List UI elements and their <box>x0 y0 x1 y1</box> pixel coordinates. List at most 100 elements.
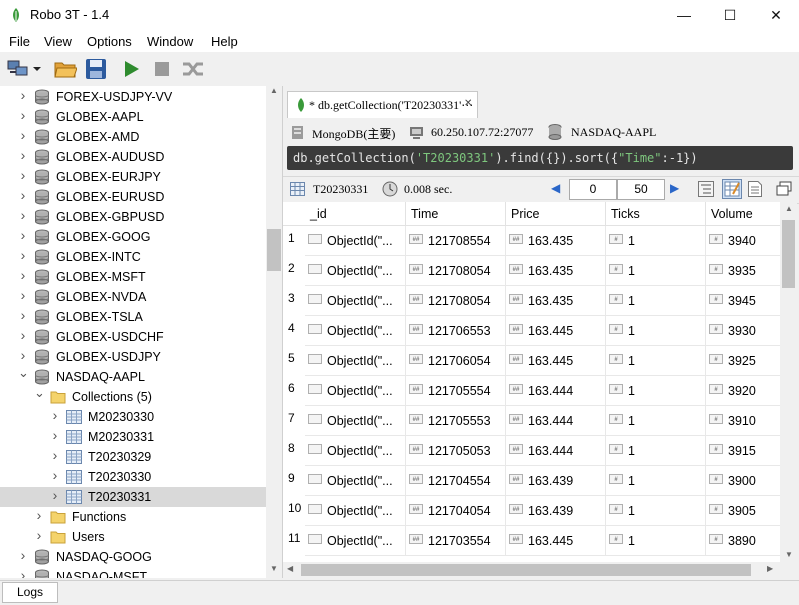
tree-view-icon[interactable] <box>698 181 714 197</box>
tree-item[interactable]: › T20230331 <box>0 487 266 507</box>
expand-arrow-icon[interactable]: › <box>34 508 44 522</box>
cell-volume[interactable]: #3925 <box>706 346 780 376</box>
tree-item[interactable]: › T20230330 <box>0 467 266 487</box>
tree-item[interactable]: › Users <box>0 527 266 547</box>
expand-arrow-icon[interactable]: › <box>18 348 28 362</box>
tree-item[interactable]: › T20230329 <box>0 447 266 467</box>
cell-ticks[interactable]: #1 <box>606 466 706 496</box>
tree-item[interactable]: › NASDAQ-GOOG <box>0 547 266 567</box>
expand-arrow-icon[interactable]: › <box>18 208 28 222</box>
tree-item[interactable]: › GLOBEX-EURJPY <box>0 167 266 187</box>
page-next-icon[interactable]: ▶ <box>670 181 679 195</box>
cell-volume[interactable]: #3910 <box>706 406 780 436</box>
cell-time[interactable]: ## 121705053 <box>406 436 506 466</box>
scroll-right-arrow-icon[interactable]: ▶ <box>767 564 773 573</box>
tab-close-icon[interactable]: ✕ <box>464 98 472 109</box>
scroll-down-arrow-icon[interactable]: ▼ <box>785 550 793 559</box>
expand-arrow-icon[interactable]: › <box>50 468 60 482</box>
cell-ticks[interactable]: #1 <box>606 256 706 286</box>
cell-ticks[interactable]: #1 <box>606 406 706 436</box>
cell-ticks[interactable]: #1 <box>606 286 706 316</box>
tree-item[interactable]: ⌄ NASDAQ-AAPL <box>0 366 266 387</box>
cell-volume[interactable]: #3945 <box>706 286 780 316</box>
save-icon[interactable] <box>84 57 108 81</box>
expand-arrow-icon[interactable]: › <box>50 428 60 442</box>
cell-id[interactable]: ObjectId("... <box>305 316 406 346</box>
expand-arrow-icon[interactable]: › <box>18 308 28 322</box>
cell-price[interactable]: ## 163.445 <box>506 316 606 346</box>
cell-ticks[interactable]: #1 <box>606 526 706 556</box>
cell-id[interactable]: ObjectId("... <box>305 256 406 286</box>
cell-time[interactable]: ## 121704054 <box>406 496 506 526</box>
tree-item[interactable]: › GLOBEX-MSFT <box>0 267 266 287</box>
expand-arrow-icon[interactable]: › <box>50 448 60 462</box>
maximize-results-icon[interactable] <box>776 181 792 197</box>
expand-arrow-icon[interactable]: › <box>18 568 28 578</box>
table-view-icon[interactable] <box>722 179 742 199</box>
limit-input[interactable]: 50 <box>617 179 665 200</box>
tree-item[interactable]: › GLOBEX-GOOG <box>0 227 266 247</box>
tree-item[interactable]: › GLOBEX-TSLA <box>0 307 266 327</box>
tree-item[interactable]: › GLOBEX-USDCHF <box>0 327 266 347</box>
tree-item[interactable]: › NASDAQ-MSFT <box>0 567 266 578</box>
cell-price[interactable]: ## 163.444 <box>506 376 606 406</box>
cell-volume[interactable]: #3940 <box>706 226 780 256</box>
column-header-id[interactable]: _id <box>305 202 406 226</box>
cell-volume[interactable]: #3920 <box>706 376 780 406</box>
cell-volume[interactable]: #3930 <box>706 316 780 346</box>
cell-ticks[interactable]: #1 <box>606 436 706 466</box>
cell-ticks[interactable]: #1 <box>606 376 706 406</box>
page-prev-icon[interactable]: ◀ <box>551 181 560 195</box>
cell-id[interactable]: ObjectId("... <box>305 436 406 466</box>
cell-id[interactable]: ObjectId("... <box>305 466 406 496</box>
chevron-down-icon[interactable] <box>30 57 44 81</box>
tree-scroll-thumb[interactable] <box>267 229 281 271</box>
tree-item[interactable]: › M20230331 <box>0 427 266 447</box>
grid-horizontal-scrollbar[interactable]: ◀ ▶ <box>283 562 780 578</box>
expand-arrow-icon[interactable]: › <box>18 248 28 262</box>
expand-arrow-icon[interactable]: › <box>18 148 28 162</box>
open-folder-icon[interactable] <box>53 57 77 81</box>
tree-item[interactable]: › FOREX-USDJPY-VV <box>0 87 266 107</box>
column-header-ticks[interactable]: Ticks <box>606 202 706 226</box>
scroll-down-arrow-icon[interactable]: ▼ <box>270 564 278 573</box>
format-shuffle-icon[interactable] <box>181 57 205 81</box>
column-header-volume[interactable]: Volume <box>706 202 780 226</box>
tree-item[interactable]: › GLOBEX-AMD <box>0 127 266 147</box>
minimize-button[interactable]: — <box>661 0 707 30</box>
collapse-arrow-icon[interactable]: ⌄ <box>18 366 29 379</box>
cell-volume[interactable]: #3935 <box>706 256 780 286</box>
cell-price[interactable]: ## 163.435 <box>506 226 606 256</box>
menu-view[interactable]: View <box>44 34 72 49</box>
execute-icon[interactable] <box>119 57 143 81</box>
cell-volume[interactable]: #3905 <box>706 496 780 526</box>
cell-time[interactable]: ## 121708554 <box>406 226 506 256</box>
expand-arrow-icon[interactable]: › <box>18 228 28 242</box>
cell-volume[interactable]: #3915 <box>706 436 780 466</box>
grid-scroll-thumb[interactable] <box>782 220 795 288</box>
expand-arrow-icon[interactable]: › <box>18 288 28 302</box>
tree-item[interactable]: ⌄ Collections (5) <box>0 386 266 407</box>
menu-options[interactable]: Options <box>87 34 132 49</box>
cell-id[interactable]: ObjectId("... <box>305 496 406 526</box>
expand-arrow-icon[interactable]: › <box>50 408 60 422</box>
cell-price[interactable]: ## 163.444 <box>506 436 606 466</box>
grid-hscroll-thumb[interactable] <box>301 564 751 576</box>
cell-ticks[interactable]: #1 <box>606 346 706 376</box>
cell-price[interactable]: ## 163.439 <box>506 466 606 496</box>
skip-input[interactable]: 0 <box>569 179 617 200</box>
cell-id[interactable]: ObjectId("... <box>305 526 406 556</box>
menu-window[interactable]: Window <box>147 34 193 49</box>
cell-price[interactable]: ## 163.435 <box>506 286 606 316</box>
tree-item[interactable]: › GLOBEX-AAPL <box>0 107 266 127</box>
cell-id[interactable]: ObjectId("... <box>305 226 406 256</box>
menu-file[interactable]: File <box>9 34 30 49</box>
expand-arrow-icon[interactable]: › <box>18 328 28 342</box>
scroll-left-arrow-icon[interactable]: ◀ <box>287 564 293 573</box>
maximize-button[interactable]: ☐ <box>707 0 753 30</box>
tree-item[interactable]: › M20230330 <box>0 407 266 427</box>
tree-item[interactable]: › GLOBEX-INTC <box>0 247 266 267</box>
cell-id[interactable]: ObjectId("... <box>305 286 406 316</box>
tree-item[interactable]: › GLOBEX-NVDA <box>0 287 266 307</box>
expand-arrow-icon[interactable]: › <box>18 268 28 282</box>
